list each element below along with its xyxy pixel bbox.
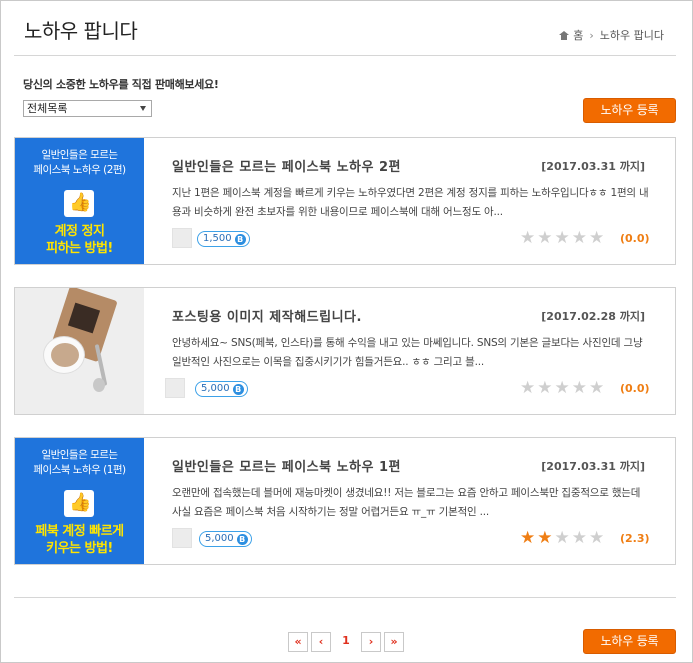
star-icon: ★	[554, 228, 570, 248]
thumbnail-image[interactable]: 일반인들은 모르는 페이스북 노하우 (1편) 👍 페북 계정 빠르게 키우는 …	[15, 438, 144, 564]
star-icon: ★	[589, 378, 605, 398]
rating-value: (0.0)	[620, 232, 650, 245]
thumbs-up-icon: 👍	[64, 490, 94, 517]
star-icon: ★	[571, 228, 587, 248]
prev-page-button[interactable]: ‹	[311, 632, 331, 652]
breadcrumb-current: 노하우 팝니다	[599, 29, 664, 42]
first-page-button[interactable]: «	[288, 632, 308, 652]
breadcrumb: 홈 › 노하우 팝니다	[559, 27, 664, 43]
star-icon: ★	[520, 228, 536, 248]
page-header: 노하우 팝니다 홈 › 노하우 팝니다	[14, 0, 676, 56]
list-item[interactable]: 일반인들은 모르는 페이스북 노하우 (2편) 👍 계정 정지 피하는 방법! …	[14, 137, 676, 265]
home-icon[interactable]	[559, 30, 570, 40]
price-value: 5,000	[201, 383, 230, 394]
thumbs-up-icon: 👍	[64, 190, 94, 217]
thumbnail-caption: 일반인들은 모르는 페이스북 노하우 (2편)	[33, 149, 126, 176]
list-item[interactable]: 일반인들은 모르는 페이스북 노하우 (1편) 👍 페북 계정 빠르게 키우는 …	[14, 437, 676, 565]
star-icon: ★	[520, 378, 536, 398]
register-button-bottom[interactable]: 노하우 등록	[583, 629, 676, 654]
bowl-contents-shape	[51, 343, 79, 367]
seller-avatar[interactable]	[172, 528, 192, 548]
pagination: « ‹ 1 › »	[288, 632, 404, 652]
page-number[interactable]: 1	[334, 632, 358, 652]
thumbnail-image[interactable]	[15, 288, 144, 414]
star-icon: ★	[537, 378, 553, 398]
last-page-button[interactable]: »	[384, 632, 404, 652]
register-button-top[interactable]: 노하우 등록	[583, 98, 676, 123]
seller-avatar[interactable]	[165, 378, 185, 398]
thumbnail-caption: 일반인들은 모르는 페이스북 노하우 (1편)	[33, 449, 126, 476]
item-title[interactable]: 일반인들은 모르는 페이스북 노하우 2편	[172, 156, 401, 175]
category-select[interactable]: 전체목록	[23, 100, 152, 117]
breadcrumb-home[interactable]: 홈	[573, 27, 583, 43]
coin-icon: B	[234, 233, 246, 245]
category-select-value: 전체목록	[27, 102, 68, 115]
coin-icon: B	[232, 383, 244, 395]
thumbnail-headline: 계정 정지 피하는 방법!	[46, 224, 113, 256]
coin-icon: B	[236, 533, 248, 545]
price-badge: 5,000 B	[195, 381, 248, 397]
price-badge: 1,500 B	[197, 231, 250, 247]
intro-text: 당신의 소중한 노하우를 직접 판매해보세요!	[23, 78, 219, 91]
next-page-button[interactable]: ›	[361, 632, 381, 652]
rating-value: (2.3)	[620, 532, 650, 545]
star-icon: ★	[554, 528, 570, 548]
list-item[interactable]: 포스팅용 이미지 제작해드립니다. [2017.02.28 까지] 안녕하세요~…	[14, 287, 676, 415]
price-value: 5,000	[205, 533, 234, 544]
spoon-head-shape	[93, 378, 105, 392]
rating-stars: ★ ★ ★ ★ ★	[520, 379, 604, 397]
seller-avatar[interactable]	[172, 228, 192, 248]
thumbnail-headline: 페북 계정 빠르게 키우는 방법!	[35, 524, 124, 556]
item-description[interactable]: 오랜만에 접속했는데 블머에 재능마켓이 생겼네요!! 저는 블로그는 요즘 안…	[172, 484, 649, 522]
item-date: [2017.03.31 까지]	[541, 160, 645, 173]
thumbnail-image[interactable]: 일반인들은 모르는 페이스북 노하우 (2편) 👍 계정 정지 피하는 방법!	[15, 138, 144, 264]
rating-stars: ★ ★ ★ ★ ★	[520, 529, 604, 547]
star-icon: ★	[571, 528, 587, 548]
star-icon: ★	[589, 528, 605, 548]
item-date: [2017.02.28 까지]	[541, 310, 645, 323]
rating-stars: ★ ★ ★ ★ ★	[520, 229, 604, 247]
divider	[14, 597, 676, 598]
page-title: 노하우 팝니다	[24, 19, 138, 43]
item-date: [2017.03.31 까지]	[541, 460, 645, 473]
rating-value: (0.0)	[620, 382, 650, 395]
star-icon: ★	[571, 378, 587, 398]
star-icon: ★	[554, 378, 570, 398]
item-description[interactable]: 지난 1편은 페이스북 계정을 빠르게 키우는 노하우였다면 2편은 계정 정지…	[172, 184, 649, 222]
price-badge: 5,000 B	[199, 531, 252, 547]
item-description[interactable]: 안녕하세요~ SNS(페북, 인스타)를 통해 수익을 내고 있는 마쎄입니다.…	[172, 334, 649, 372]
star-icon: ★	[589, 228, 605, 248]
dropdown-arrow-icon	[140, 106, 146, 111]
chevron-right-icon: ›	[589, 28, 594, 42]
price-value: 1,500	[203, 233, 232, 244]
item-title[interactable]: 포스팅용 이미지 제작해드립니다.	[172, 306, 362, 325]
item-title[interactable]: 일반인들은 모르는 페이스북 노하우 1편	[172, 456, 401, 475]
star-icon: ★	[537, 528, 553, 548]
star-icon: ★	[520, 528, 536, 548]
star-icon: ★	[537, 228, 553, 248]
